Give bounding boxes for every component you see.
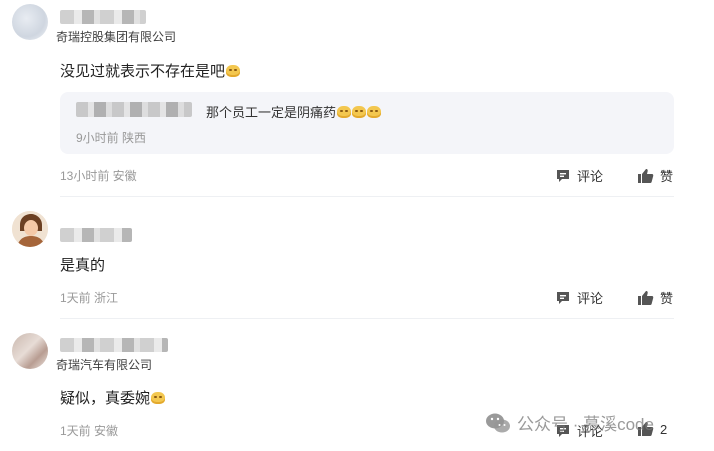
comment-time-location: 13小时前 安徽 [60, 169, 137, 183]
comment-button-label: 评论 [577, 291, 604, 306]
watermark-text: 公众号 · 慕溪code [517, 415, 654, 434]
like-button-label: 2 [660, 421, 668, 437]
divider [60, 318, 674, 319]
avatar[interactable] [12, 211, 48, 247]
like-button[interactable]: 赞 [637, 288, 673, 307]
username[interactable] [60, 10, 146, 24]
like-button[interactable]: 赞 [637, 166, 673, 185]
comment-text-content: 疑似，真委婉 [60, 390, 151, 407]
comment-text-content: 没见过就表示不存在是吧 [60, 63, 226, 80]
emoji-icon [151, 392, 166, 404]
reply-box[interactable]: 那个员工一定是阴痛药 9小时前 陕西 [60, 92, 674, 154]
avatar[interactable] [12, 333, 48, 369]
comment-time-location: 1天前 浙江 [60, 291, 119, 305]
comment-text: 是真的 [60, 254, 105, 275]
comment-time-location: 1天前 安徽 [60, 424, 119, 438]
avatar[interactable] [12, 4, 48, 40]
comment-button[interactable]: 评论 [555, 288, 603, 307]
comment-text-content: 是真的 [60, 257, 106, 274]
comment-button[interactable]: 评论 [555, 166, 603, 185]
reply-text-content: 那个员工一定是阴痛药 [206, 105, 337, 120]
comment-text: 疑似，真委婉 [60, 387, 166, 408]
like-button-label: 赞 [660, 169, 674, 184]
comment-icon [557, 169, 569, 182]
comment-text: 没见过就表示不存在是吧 [60, 60, 241, 81]
emoji-icon [352, 106, 367, 118]
divider [60, 196, 674, 197]
comment-button-label: 评论 [577, 169, 604, 184]
username[interactable] [60, 228, 132, 242]
avatar-image [12, 211, 48, 247]
username[interactable] [60, 338, 168, 352]
reply-text: 那个员工一定是阴痛药 [206, 102, 382, 121]
emoji-icon [226, 65, 241, 77]
reply-time-location: 9小时前 陕西 [76, 131, 147, 145]
comment-icon [557, 291, 569, 304]
company-label: 奇瑞汽车有限公司 [56, 358, 153, 372]
like-button-label: 赞 [660, 291, 674, 306]
reply-username[interactable] [76, 102, 192, 117]
wechat-icon [486, 413, 510, 432]
watermark: 公众号 · 慕溪code [485, 410, 654, 435]
company-label: 奇瑞控股集团有限公司 [56, 30, 177, 44]
emoji-icon [367, 106, 382, 118]
thumbs-up-icon [638, 168, 654, 183]
thumbs-up-icon [638, 290, 654, 305]
emoji-icon [337, 106, 352, 118]
